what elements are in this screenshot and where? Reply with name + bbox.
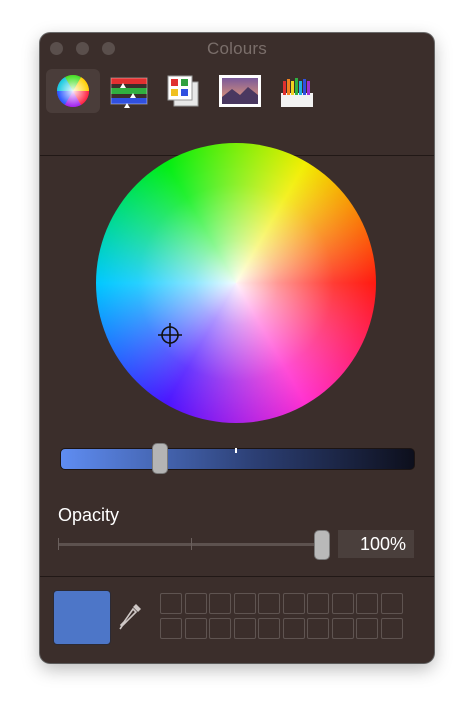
opacity-label: Opacity [58,505,120,525]
empty-swatch-slot[interactable] [307,618,329,639]
empty-swatch-slot[interactable] [331,618,354,639]
tab-colour-palettes[interactable] [158,69,208,113]
tab-pencils[interactable] [272,69,322,113]
pencils-icon [281,78,313,107]
opacity-value-field[interactable]: 100% [338,530,414,558]
current-colour-swatch[interactable] [53,590,111,645]
empty-swatch-slot[interactable] [282,593,305,614]
swatch-divider [40,576,434,577]
tab-colour-sliders[interactable] [104,69,154,113]
empty-swatch-slot[interactable] [282,618,305,639]
empty-swatch-slot[interactable] [331,593,354,614]
brightness-marker [235,448,237,453]
window-title: Colours [207,39,267,58]
opacity-knob[interactable] [314,530,330,560]
sliders-icon [110,77,148,108]
tab-image-palettes[interactable] [214,69,266,113]
empty-swatch-slot[interactable] [356,618,378,639]
title-bar[interactable]: Colours [40,33,434,65]
opacity-slider[interactable] [58,543,320,546]
tab-colour-wheel[interactable] [46,69,100,113]
empty-swatch-slot[interactable] [233,593,256,614]
saved-swatches-grid [160,593,404,641]
empty-swatch-slot[interactable] [209,593,231,614]
empty-swatch-slot[interactable] [258,593,280,614]
empty-swatch-slot[interactable] [209,618,231,639]
brightness-slider[interactable] [60,448,415,470]
empty-swatch-slot[interactable] [160,593,182,614]
empty-swatch-slot[interactable] [356,593,378,614]
empty-swatch-slot[interactable] [233,618,256,639]
empty-swatch-slot[interactable] [307,593,329,614]
colour-wheel-saturation[interactable] [96,143,376,423]
empty-swatch-slot[interactable] [184,618,207,639]
palettes-icon [167,75,199,107]
toolbar [40,65,434,156]
opacity-tick [191,538,192,550]
empty-swatch-slot[interactable] [258,618,280,639]
opacity-tick [58,538,59,550]
colour-wheel[interactable] [96,143,376,423]
color-wheel-icon [56,74,90,108]
empty-swatch-slot[interactable] [380,593,403,614]
empty-swatch-slot[interactable] [184,593,207,614]
image-palette-icon [219,75,261,107]
empty-swatch-slot[interactable] [380,618,403,639]
crosshair-icon[interactable] [156,321,184,349]
eyedropper-icon[interactable] [118,601,144,631]
colours-window: Colours Opacity 100% [40,33,434,663]
empty-swatch-slot[interactable] [160,618,182,639]
brightness-knob[interactable] [152,443,168,474]
